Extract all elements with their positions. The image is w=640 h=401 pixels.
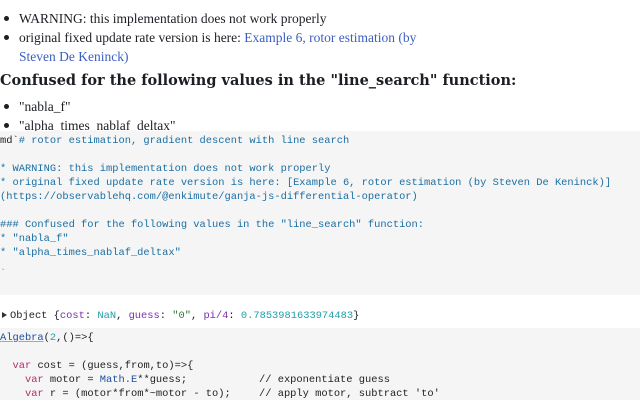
value-nabla-f: "nabla_f" (19, 99, 71, 114)
output-value-guess: "0" (172, 310, 191, 322)
output-label[interactable]: Object (10, 310, 47, 322)
output-value-cost: NaN (97, 310, 117, 322)
md-closing: ` (0, 268, 7, 280)
algebra-function[interactable]: Algebra (0, 332, 44, 344)
js-keyword: var (12, 360, 32, 372)
js-line-3: var cost = (guess,from,to)=>{ (0, 359, 193, 373)
md-line-5: (https://observablehq.com/@enkimute/ganj… (0, 191, 418, 203)
markdown-source-cell[interactable]: md`# rotor estimation, gradient descent … (0, 131, 640, 295)
link-text-line2[interactable]: Steven De Keninck) (19, 49, 128, 64)
js-keyword: var (24, 374, 44, 386)
js-keyword: var (24, 388, 44, 400)
output-close-brace: } (353, 310, 360, 322)
md-line-1-text: # rotor estimation, gradient descent wit… (18, 135, 350, 147)
cell-output: Object {cost: NaN, guess: "0", pi/4: 0.7… (0, 308, 640, 324)
js-line-3-text: cost = (guess,from,to)=>{ (31, 360, 194, 372)
list-item-nabla-f: "nabla_f" (0, 97, 400, 116)
warning-text: WARNING: this implementation does not wo… (19, 11, 327, 26)
js-line-5-text: r = (motor*from*~motor - to); (43, 388, 231, 400)
expand-caret-icon[interactable] (2, 312, 7, 318)
output-value-pi4: 0.7853981633974483 (240, 310, 354, 322)
md-line-9: * "alpha_times_nablaf_deltax" (0, 247, 181, 259)
original-text: original fixed update rate version is he… (19, 30, 245, 45)
md-line-1: md`# rotor estimation, gradient descent … (0, 134, 349, 148)
js-comment-1: // exponentiate guess (259, 374, 390, 386)
js-line-4-text: motor = (43, 374, 100, 386)
javascript-source-cell[interactable]: Algebra(2,()=>{ var cost = (guess,from,t… (0, 328, 640, 400)
md-line-7: ### Confused for the following values in… (0, 219, 425, 231)
js-line-5: var r = (motor*from*~motor - to); (0, 387, 231, 401)
output-key-pi4: pi/4 (203, 310, 229, 322)
js-property: Math.E (99, 374, 138, 386)
md-line-3: * WARNING: this implementation does not … (0, 163, 331, 175)
md-line-4: * original fixed update rate version is … (0, 177, 612, 189)
js-line-4: var motor = Math.E**guess; (0, 373, 187, 387)
output-key-guess: guess (128, 310, 160, 322)
js-line-4-tail: **guess; (137, 374, 188, 386)
output-key-cost: cost (59, 310, 85, 322)
intro-list: WARNING: this implementation does not wo… (0, 9, 420, 66)
js-args: ,()=>{ (56, 332, 94, 344)
confused-heading: Confused for the following values in the… (0, 72, 517, 89)
values-list: "nabla_f" "alpha_times_nablaf_deltax" (0, 97, 400, 135)
js-comment-2: // apply motor, subtract 'to' (259, 388, 440, 400)
md-line-8: * "nabla_f" (0, 233, 69, 245)
list-item-original: original fixed update rate version is he… (0, 28, 420, 66)
js-line-1: Algebra(2,()=>{ (0, 331, 94, 345)
md-prefix: md` (0, 135, 19, 147)
link-text-line1[interactable]: Example 6, rotor estimation (by (244, 30, 416, 45)
list-item-warning: WARNING: this implementation does not wo… (0, 9, 420, 28)
